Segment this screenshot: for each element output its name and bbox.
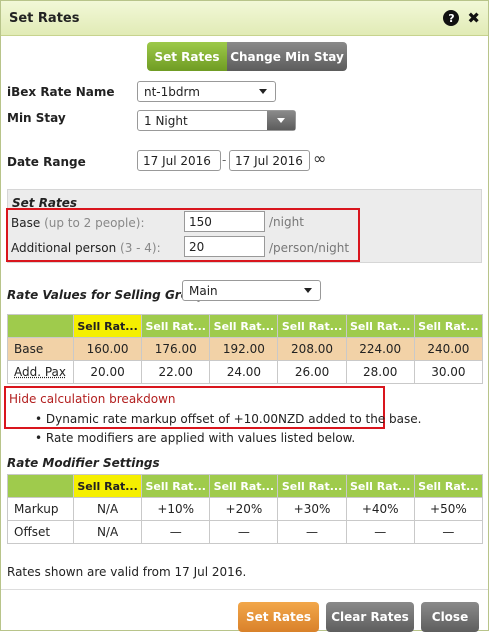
hide-breakdown-link[interactable]: Hide calculation breakdown [9,392,176,406]
table-cell: +50% [413,497,484,521]
table-cell: — [277,520,347,544]
column-header: Sell Rat... [72,314,143,338]
rate-name-select[interactable]: nt-1bdrm [137,81,276,102]
column-header: Sell Rat... [345,474,415,498]
table-cell: N/A [72,520,143,544]
breakdown-line-2: • Rate modifiers are applied with values… [35,431,356,445]
column-header: Sell Rat... [413,474,484,498]
breakdown-line-1-text: Dynamic rate markup offset of +10.00NZD … [45,412,422,426]
table-cell: N/A [72,497,143,521]
table-cell: — [209,520,279,544]
row-label-add-pax: Add. Pax [7,360,74,384]
table-cell: 24.00 [209,360,279,384]
additional-person-unit: /person/night [269,241,350,255]
table-cell: — [413,520,484,544]
column-header: Sell Rat... [141,474,211,498]
table-corner [7,474,74,498]
row-label-markup: Markup [7,497,74,521]
table-cell: — [345,520,415,544]
date-separator: - [222,153,227,167]
infinity-icon[interactable]: ∞ [313,149,326,168]
rate-name-label: iBex Rate Name [7,85,115,99]
help-icon[interactable]: ? [443,10,460,26]
rate-modifier-table: Sell Rat... Sell Rat... Sell Rat... Sell… [7,474,484,544]
additional-person-hint: (3 - 4): [120,241,161,255]
additional-person-label: Additional person (3 - 4): [11,241,161,255]
date-to-field[interactable]: 17 Jul 2016 [229,150,310,171]
table-cell: +20% [209,497,279,521]
base-hint: (up to 2 people): [44,216,145,230]
additional-person-input[interactable]: 20 [184,236,265,257]
row-label-base: Base [7,337,74,361]
dialog-titlebar: Set Rates ? ✖ [1,1,488,36]
table-cell: 26.00 [277,360,347,384]
breakdown-line-1: • Dynamic rate markup offset of +10.00NZ… [35,412,422,426]
mode-tabs: Set Rates Change Min Stay [147,42,347,71]
column-header: Sell Rat... [141,314,211,338]
table-cell: +40% [345,497,415,521]
table-cell: 176.00 [141,337,211,361]
table-cell: 20.00 [72,360,143,384]
tab-set-rates[interactable]: Set Rates [147,42,227,71]
min-stay-select[interactable]: 1 Night [137,110,296,131]
table-cell: +30% [277,497,347,521]
base-label: Base (up to 2 people): [11,216,145,230]
dropdown-button[interactable] [267,111,295,130]
chevron-down-icon [277,118,285,123]
set-rates-button[interactable]: Set Rates [238,602,319,632]
table-cell: 22.00 [141,360,211,384]
selling-group-value: Main [189,283,218,298]
selling-group-select[interactable]: Main [182,280,321,301]
column-header: Sell Rat... [209,474,279,498]
footer-divider [1,589,488,590]
base-rate-input[interactable]: 150 [184,211,265,232]
column-header: Sell Rat... [209,314,279,338]
set-rates-dialog: Set Rates ? ✖ Set Rates Change Min Stay … [0,0,489,632]
min-stay-label: Min Stay [7,111,66,125]
table-cell: 160.00 [72,337,143,361]
modifier-title: Rate Modifier Settings [7,456,160,470]
chevron-down-icon [259,89,267,94]
table-cell: 224.00 [345,337,415,361]
base-unit: /night [269,215,304,229]
column-header: Sell Rat... [277,314,347,338]
table-cell: 208.00 [277,337,347,361]
min-stay-value: 1 Night [144,113,188,128]
row-label-offset: Offset [7,520,74,544]
date-range-label: Date Range [7,155,86,169]
table-cell: — [141,520,211,544]
table-row: Markup N/A +10% +20% +30% +40% +50% [7,497,484,521]
column-header: Sell Rat... [345,314,415,338]
column-header: Sell Rat... [72,474,143,498]
base-label-text: Base [11,216,41,230]
table-cell: 240.00 [413,337,484,361]
close-icon[interactable]: ✖ [467,9,480,27]
table-corner [7,314,74,338]
close-button[interactable]: Close [421,602,479,632]
rate-values-table: Sell Rat... Sell Rat... Sell Rat... Sell… [7,314,484,384]
breakdown-line-2-text: Rate modifiers are applied with values l… [45,431,356,445]
additional-person-label-text: Additional person [11,241,117,255]
dialog-title: Set Rates [9,10,80,26]
table-cell: 192.00 [209,337,279,361]
tab-change-min-stay[interactable]: Change Min Stay [227,42,347,71]
table-header-row: Sell Rat... Sell Rat... Sell Rat... Sell… [7,314,484,338]
column-header: Sell Rat... [413,314,484,338]
selling-group-label: Rate Values for Selling Group: [7,288,211,302]
column-header: Sell Rat... [277,474,347,498]
table-cell: +10% [141,497,211,521]
chevron-down-icon [304,288,312,293]
table-cell: 28.00 [345,360,415,384]
date-from-field[interactable]: 17 Jul 2016 [137,150,221,171]
table-header-row: Sell Rat... Sell Rat... Sell Rat... Sell… [7,474,484,498]
rate-name-value: nt-1bdrm [144,84,200,99]
clear-rates-button[interactable]: Clear Rates [326,602,414,632]
valid-note: Rates shown are valid from 17 Jul 2016. [7,565,247,579]
table-row: Base 160.00 176.00 192.00 208.00 224.00 … [7,337,484,361]
table-cell: 30.00 [413,360,484,384]
table-row: Offset N/A — — — — — [7,520,484,544]
table-row: Add. Pax 20.00 22.00 24.00 26.00 28.00 3… [7,360,484,384]
